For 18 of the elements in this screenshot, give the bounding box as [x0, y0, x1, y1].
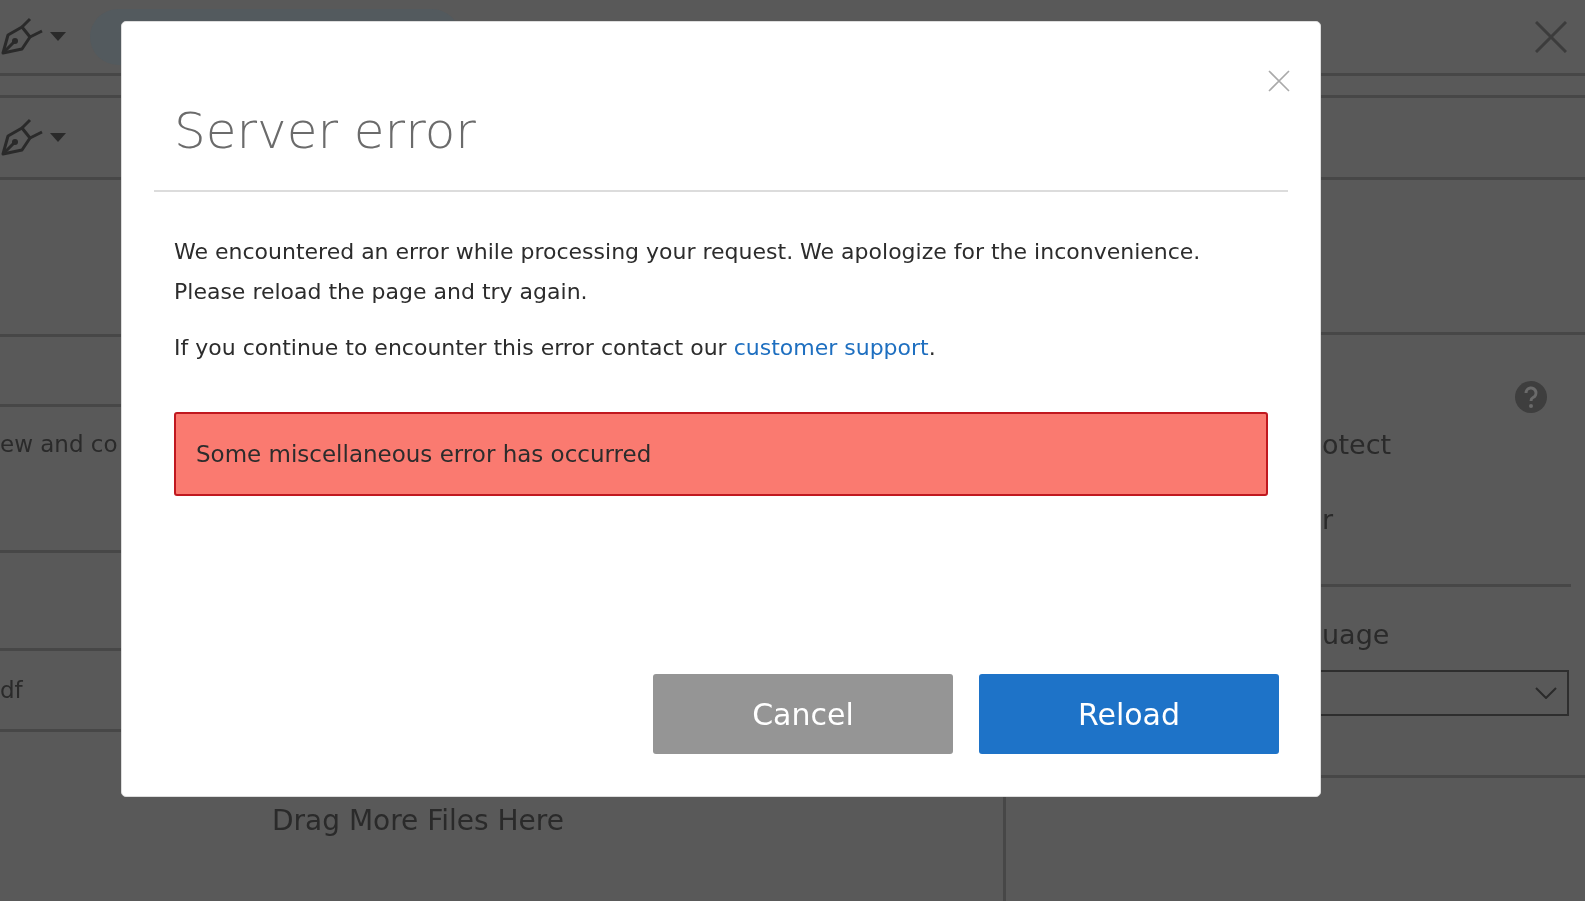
- support-link[interactable]: customer support: [733, 335, 929, 360]
- help-icon[interactable]: [1515, 381, 1547, 413]
- cancel-button[interactable]: Cancel: [653, 674, 953, 754]
- close-button[interactable]: [1268, 70, 1290, 92]
- pen-tool-dropdown[interactable]: [0, 16, 66, 57]
- pen-tool-dropdown[interactable]: [0, 117, 66, 158]
- caret-icon: [50, 32, 66, 41]
- pen-icon: [0, 117, 44, 158]
- error-alert: Some miscellaneous error has occurred: [174, 412, 1268, 496]
- error-message: We encountered an error while processing your request. We apologize for the inconvenience. Please reload the page and try again.: [174, 238, 1202, 306]
- close-icon: [1268, 70, 1290, 92]
- dialog-title: Server error: [174, 106, 476, 156]
- reload-button[interactable]: Reload: [979, 674, 1279, 754]
- pen-icon: [0, 16, 44, 57]
- chevron-down-icon: [1535, 686, 1557, 699]
- caret-icon: [50, 133, 66, 142]
- close-icon[interactable]: [1535, 20, 1567, 53]
- support-text: If you continue to encounter this error contact our customer support.: [174, 334, 937, 362]
